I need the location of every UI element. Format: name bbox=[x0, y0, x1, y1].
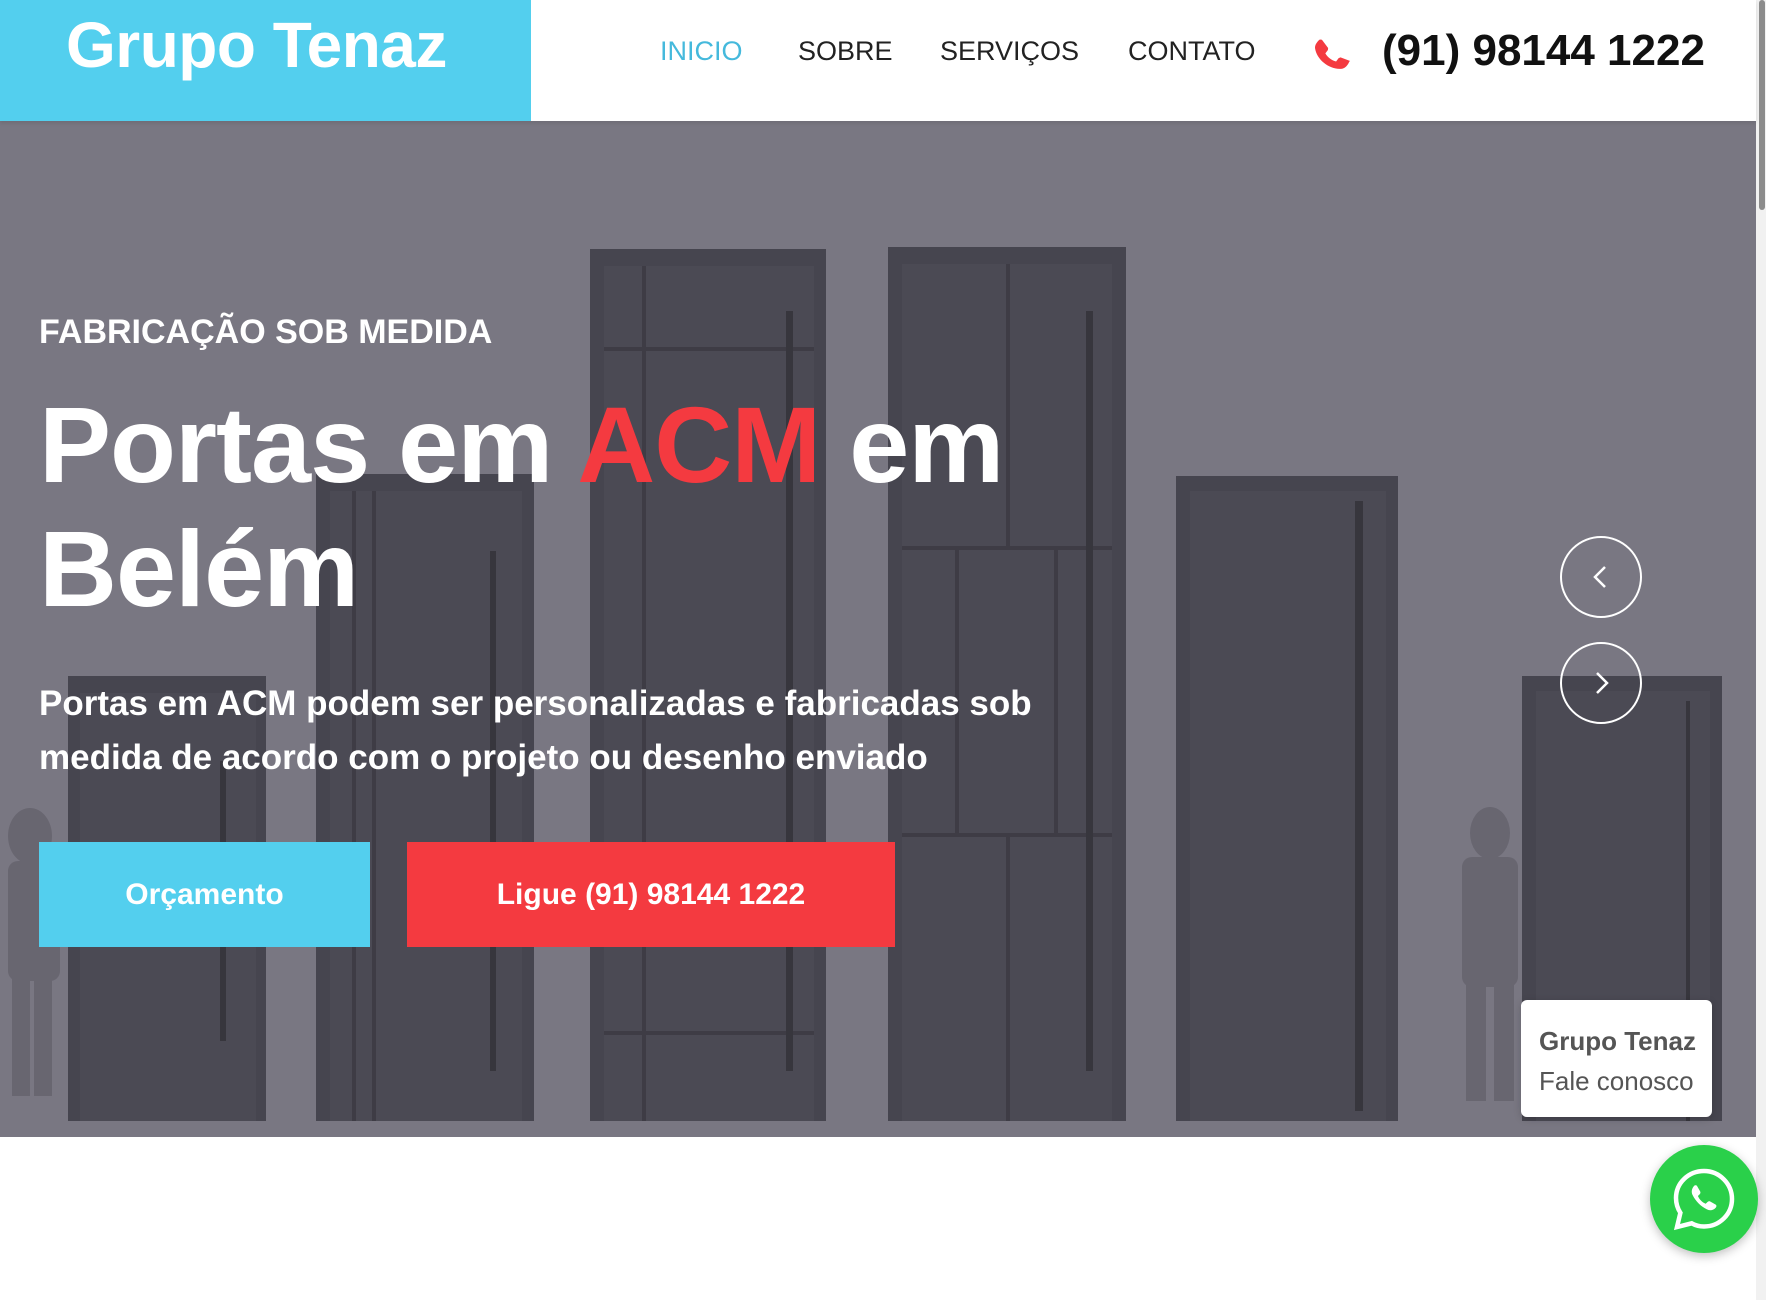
slider-prev-button[interactable] bbox=[1560, 536, 1642, 618]
call-button[interactable]: Ligue (91) 98144 1222 bbox=[407, 842, 895, 947]
hero-slider: FABRICAÇÃO SOB MEDIDA Portas em ACM em B… bbox=[0, 121, 1756, 1137]
site-header: Grupo Tenaz INICIO SOBRE SERVIÇOS CONTAT… bbox=[0, 0, 1756, 121]
header-phone[interactable]: (91) 98144 1222 bbox=[1382, 26, 1705, 76]
headline-accent: ACM bbox=[577, 384, 821, 505]
nav-contato[interactable]: CONTATO bbox=[1128, 36, 1256, 67]
nav-sobre[interactable]: SOBRE bbox=[798, 36, 893, 67]
logo-block[interactable]: Grupo Tenaz bbox=[0, 0, 531, 121]
logo[interactable]: Grupo Tenaz bbox=[66, 8, 447, 82]
nav-inicio[interactable]: INICIO bbox=[660, 36, 743, 67]
chat-name: Grupo Tenaz bbox=[1539, 1026, 1696, 1056]
scrollbar-thumb[interactable] bbox=[1759, 0, 1765, 210]
chevron-left-icon bbox=[1593, 566, 1606, 588]
hero-subtitle: Portas em ACM podem ser personalizadas e… bbox=[39, 684, 1032, 777]
chevron-right-icon bbox=[1596, 672, 1609, 694]
nav-servicos[interactable]: SERVIÇOS bbox=[940, 36, 1079, 67]
headline-before: Portas em bbox=[39, 384, 578, 505]
hero-headline: Portas em ACM em Belém bbox=[39, 383, 1089, 631]
phone-icon bbox=[1315, 39, 1351, 69]
quote-button[interactable]: Orçamento bbox=[39, 842, 370, 947]
chat-tagline: Fale conosco bbox=[1539, 1066, 1694, 1096]
slider-next-button[interactable] bbox=[1560, 642, 1642, 724]
chat-prompt-card[interactable]: Grupo Tenaz Fale conosco bbox=[1521, 1000, 1712, 1117]
whatsapp-button[interactable] bbox=[1650, 1145, 1758, 1253]
whatsapp-icon bbox=[1673, 1168, 1735, 1231]
hero-eyebrow: FABRICAÇÃO SOB MEDIDA bbox=[39, 313, 493, 351]
